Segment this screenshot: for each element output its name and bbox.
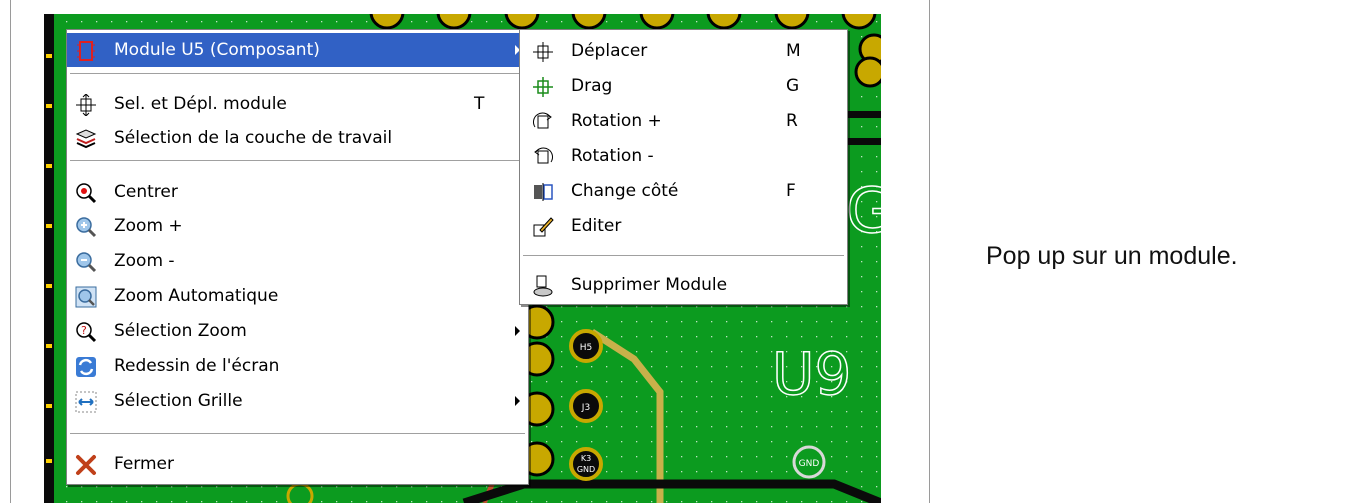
- menu-item-selection-zoom[interactable]: ? Sélection Zoom: [67, 314, 528, 348]
- rotate-ccw-icon: [532, 146, 554, 166]
- submenu-item-label: Editer: [571, 216, 622, 236]
- submenu-item-shortcut: R: [786, 111, 798, 131]
- menu-item-label: Sélection Zoom: [114, 321, 247, 341]
- zoom-select-icon: ?: [75, 321, 97, 343]
- menu-item-label: Centrer: [114, 182, 178, 202]
- menu-separator: [70, 433, 525, 435]
- close-icon: [75, 454, 97, 475]
- menu-item-centrer[interactable]: Centrer: [67, 175, 528, 209]
- delete-module-icon: [532, 275, 554, 297]
- layers-icon: [75, 128, 97, 149]
- grid-icon: [75, 391, 97, 413]
- menu-item-selection-couche[interactable]: Sélection de la couche de travail: [67, 121, 528, 155]
- menu-item-label: Fermer: [114, 454, 175, 474]
- submenu-item-label: Drag: [571, 76, 613, 96]
- silkscreen-u9: U9: [772, 340, 851, 408]
- menu-item-label: Zoom Automatique: [114, 286, 279, 306]
- submenu-item-label: Rotation -: [571, 146, 654, 166]
- silkscreen-g: G: [846, 174, 881, 247]
- menu-separator: [70, 73, 525, 75]
- chip-icon: [75, 40, 97, 61]
- submenu-item-label: Rotation +: [571, 111, 662, 131]
- submenu-item-label: Déplacer: [571, 41, 648, 61]
- zoom-in-icon: [75, 216, 97, 238]
- menu-item-label: Sélection Grille: [114, 391, 243, 411]
- pad-k3-label: K3: [581, 454, 591, 463]
- menu-item-sel-depl-module[interactable]: Sel. et Dépl. module T: [67, 87, 528, 121]
- submenu-item-label: Supprimer Module: [571, 275, 728, 295]
- move-module-icon: [75, 93, 97, 117]
- menu-item-module-u5[interactable]: Module U5 (Composant): [67, 33, 528, 67]
- caption-text: Pop up sur un module.: [986, 242, 1238, 270]
- menu-item-zoom-plus[interactable]: Zoom +: [67, 209, 528, 243]
- submenu-separator: [523, 255, 844, 257]
- submenu-item-rotation-minus[interactable]: Rotation -: [520, 139, 847, 173]
- drag-icon: [532, 76, 554, 97]
- menu-item-label: Sélection de la couche de travail: [114, 128, 393, 148]
- submenu-item-deplacer[interactable]: Déplacer M: [520, 34, 847, 68]
- menu-item-label: Redessin de l'écran: [114, 356, 280, 376]
- pad-j3-label: J3: [581, 403, 590, 413]
- menu-item-shortcut: T: [474, 94, 485, 114]
- submenu-item-drag[interactable]: Drag G: [520, 69, 847, 103]
- flip-side-icon: [532, 181, 554, 201]
- menu-item-label: Module U5 (Composant): [114, 40, 320, 60]
- menu-item-label: Zoom +: [114, 216, 183, 236]
- zoom-auto-icon: [75, 286, 97, 308]
- pad-gnd-label-left: GND: [577, 465, 595, 474]
- pad-h5-label: H5: [580, 343, 593, 353]
- context-menu: Module U5 (Composant) Sel. et Dépl. modu…: [66, 29, 529, 485]
- menu-item-label: Sel. et Dépl. module: [114, 94, 287, 114]
- submenu-arrow-icon: [515, 396, 520, 406]
- svg-text:?: ?: [81, 324, 87, 337]
- module-submenu: Déplacer M Drag G Rotation + R Rotation …: [519, 29, 848, 305]
- rotate-cw-icon: [532, 111, 554, 131]
- submenu-arrow-icon: [515, 326, 520, 336]
- menu-item-zoom-automatique[interactable]: Zoom Automatique: [67, 279, 528, 313]
- submenu-item-supprimer-module[interactable]: Supprimer Module: [520, 268, 847, 302]
- menu-item-selection-grille[interactable]: Sélection Grille: [67, 384, 528, 418]
- menu-item-fermer[interactable]: Fermer: [67, 447, 528, 481]
- zoom-out-icon: [75, 251, 97, 273]
- redraw-icon: [75, 356, 97, 377]
- submenu-item-rotation-plus[interactable]: Rotation + R: [520, 104, 847, 138]
- menu-item-redessin[interactable]: Redessin de l'écran: [67, 349, 528, 383]
- submenu-item-label: Change côté: [571, 181, 679, 201]
- submenu-item-editer[interactable]: Editer: [520, 209, 847, 243]
- frame-left-line: [10, 0, 11, 503]
- pad-gnd-label-right: GND: [799, 459, 820, 469]
- submenu-item-shortcut: G: [786, 76, 800, 96]
- submenu-item-change-cote[interactable]: Change côté F: [520, 174, 847, 208]
- menu-item-label: Zoom -: [114, 251, 175, 271]
- edit-icon: [532, 216, 554, 237]
- menu-separator: [70, 160, 525, 162]
- submenu-item-shortcut: F: [786, 181, 796, 201]
- submenu-item-shortcut: M: [786, 41, 801, 61]
- frame-right-line: [929, 0, 930, 503]
- center-icon: [75, 182, 97, 204]
- menu-item-zoom-minus[interactable]: Zoom -: [67, 244, 528, 278]
- move-icon: [532, 41, 554, 62]
